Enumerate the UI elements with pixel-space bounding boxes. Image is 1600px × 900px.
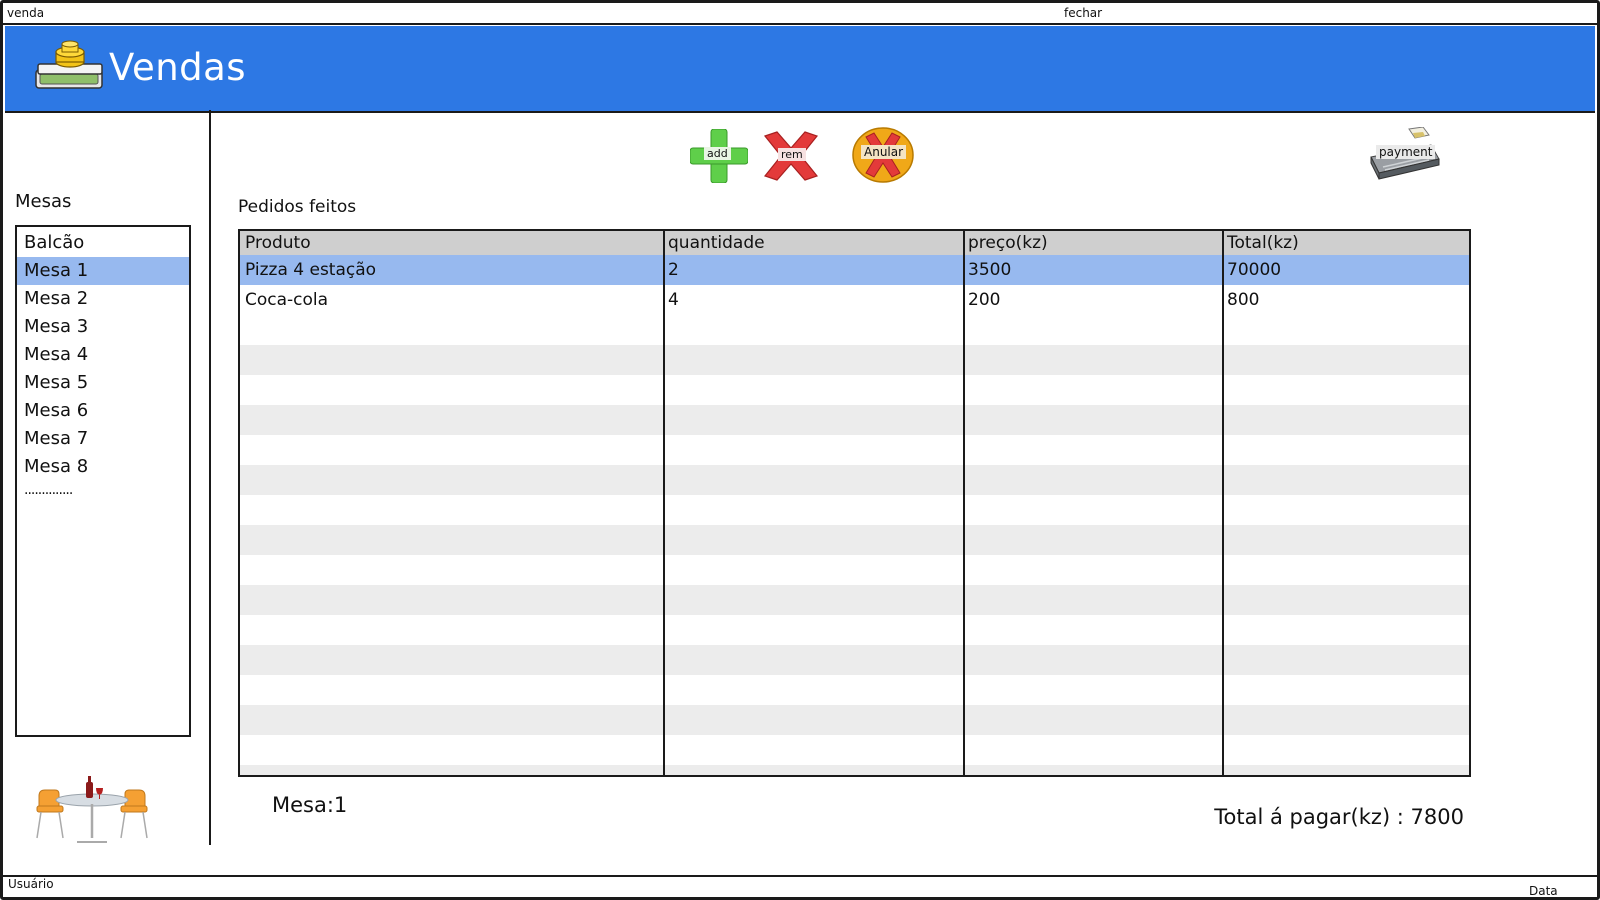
table-cell: Pizza 4 estação [245, 260, 377, 280]
column-header-quantity[interactable]: quantidade [668, 231, 765, 255]
table-row[interactable]: Pizza 4 estação 2 3500 70000 [240, 255, 1469, 285]
orders-table: Produto quantidade preço(kz) Total(kz) P… [238, 229, 1471, 777]
row-stripe [240, 765, 1469, 775]
status-bar: Usuário Data [3, 875, 1597, 898]
table-cell: 3500 [968, 260, 1012, 280]
remove-button-label: rem [778, 148, 806, 161]
row-stripe [240, 645, 1469, 675]
current-table-label: Mesa:1 [272, 793, 348, 817]
tables-heading: Mesas [15, 191, 72, 212]
row-stripe [240, 585, 1469, 615]
table-cell: 200 [968, 290, 1001, 310]
restaurant-table-icon [36, 776, 148, 843]
date-label: Data [1529, 884, 1558, 898]
column-divider[interactable] [963, 231, 965, 775]
add-button[interactable]: add [689, 128, 749, 184]
tables-list[interactable]: Balcão Mesa 1 Mesa 2 Mesa 3 Mesa 4 Mesa 5 Mesa… [15, 225, 191, 737]
column-header-product[interactable]: Produto [245, 231, 311, 255]
add-button-label: add [704, 147, 731, 160]
payment-button[interactable]: payment [1365, 126, 1445, 185]
table-header: Produto quantidade preço(kz) Total(kz) [240, 231, 1469, 255]
table-list-item[interactable]: Mesa 7 [17, 425, 189, 453]
void-button-label: Anular [861, 145, 907, 159]
table-list-item[interactable]: Balcão [17, 229, 189, 257]
table-cell: Coca-cola [245, 290, 329, 310]
table-list-item[interactable]: Mesa 1 [17, 257, 189, 285]
table-list-item[interactable]: Mesa 5 [17, 369, 189, 397]
column-divider[interactable] [663, 231, 665, 775]
table-list-item[interactable]: Mesa 4 [17, 341, 189, 369]
row-stripe [240, 345, 1469, 375]
list-more-indicator: .............. [24, 482, 73, 498]
money-stack-icon [35, 40, 103, 89]
payment-button-label: payment [1376, 145, 1436, 159]
column-header-price[interactable]: preço(kz) [968, 231, 1048, 255]
table-list-item[interactable]: Mesa 2 [17, 285, 189, 313]
page-header: Vendas [5, 26, 1595, 113]
row-stripe [240, 405, 1469, 435]
row-stripe [240, 525, 1469, 555]
table-row[interactable]: Coca-cola 4 200 800 [240, 285, 1469, 315]
table-cell: 4 [668, 290, 679, 310]
void-button[interactable]: Anular [852, 127, 914, 183]
column-header-total[interactable]: Total(kz) [1227, 231, 1299, 255]
table-list-item[interactable]: Mesa 8 [17, 453, 189, 481]
remove-button[interactable]: rem [761, 130, 821, 182]
table-cell: 800 [1227, 290, 1260, 310]
user-label: Usuário [8, 877, 54, 891]
table-list-item[interactable]: Mesa 6 [17, 397, 189, 425]
table-cell: 70000 [1227, 260, 1282, 280]
table-list-item[interactable]: Mesa 3 [17, 313, 189, 341]
window-title: venda [7, 6, 45, 20]
table-cell: 2 [668, 260, 679, 280]
title-bar: venda fechar [3, 3, 1597, 25]
row-stripe [240, 465, 1469, 495]
total-to-pay: Total á pagar(kz) : 7800 [1214, 805, 1464, 829]
close-button[interactable]: fechar [1064, 6, 1102, 20]
column-divider[interactable] [1222, 231, 1224, 775]
sidebar-divider [209, 110, 211, 845]
page-title: Vendas [109, 46, 247, 89]
orders-heading: Pedidos feitos [238, 197, 357, 217]
row-stripe [240, 705, 1469, 735]
